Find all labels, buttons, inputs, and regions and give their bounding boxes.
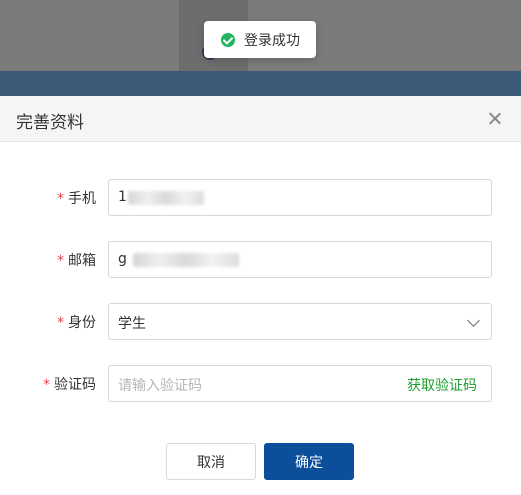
chevron-down-icon	[467, 314, 480, 327]
code-row: * 验证码 请输入验证码 获取验证码	[0, 365, 521, 402]
email-field[interactable]: g	[108, 241, 492, 278]
required-asterisk: *	[57, 315, 64, 331]
get-code-button[interactable]: 获取验证码	[407, 375, 477, 395]
required-asterisk: *	[57, 191, 64, 207]
close-icon[interactable]	[484, 108, 506, 130]
identity-row: * 身份 学生	[0, 303, 521, 340]
success-toast: 登录成功	[204, 21, 316, 58]
phone-field[interactable]: 1	[108, 179, 492, 216]
cancel-button[interactable]: 取消	[166, 443, 256, 480]
phone-value: 1	[118, 189, 127, 205]
confirm-button[interactable]: 确定	[264, 443, 354, 480]
email-value: g	[118, 251, 127, 267]
redacted-email-mask	[133, 253, 239, 267]
dialog-header: 完善资料	[0, 96, 521, 142]
email-label: * 邮箱	[57, 253, 96, 269]
email-row: * 邮箱 g	[0, 241, 521, 278]
required-asterisk: *	[57, 253, 64, 269]
complete-profile-dialog: 完善资料 * 手机 1 * 邮箱 g * 身份 学生 * 验证码 请输入验证码 获取验证…	[0, 96, 521, 495]
identity-label: * 身份	[57, 315, 96, 331]
code-placeholder: 请输入验证码	[118, 378, 202, 394]
header-bar	[0, 71, 521, 96]
required-asterisk: *	[43, 377, 50, 393]
toast-message: 登录成功	[244, 32, 300, 49]
code-field[interactable]: 请输入验证码 获取验证码	[108, 365, 492, 402]
identity-value: 学生	[118, 316, 146, 332]
redacted-phone-mask	[128, 191, 204, 205]
code-label: * 验证码	[43, 377, 96, 393]
phone-label: * 手机	[57, 191, 96, 207]
check-circle-icon	[221, 32, 235, 47]
dialog-title: 完善资料	[16, 113, 84, 133]
phone-row: * 手机 1	[0, 179, 521, 216]
identity-select[interactable]: 学生	[108, 303, 492, 340]
